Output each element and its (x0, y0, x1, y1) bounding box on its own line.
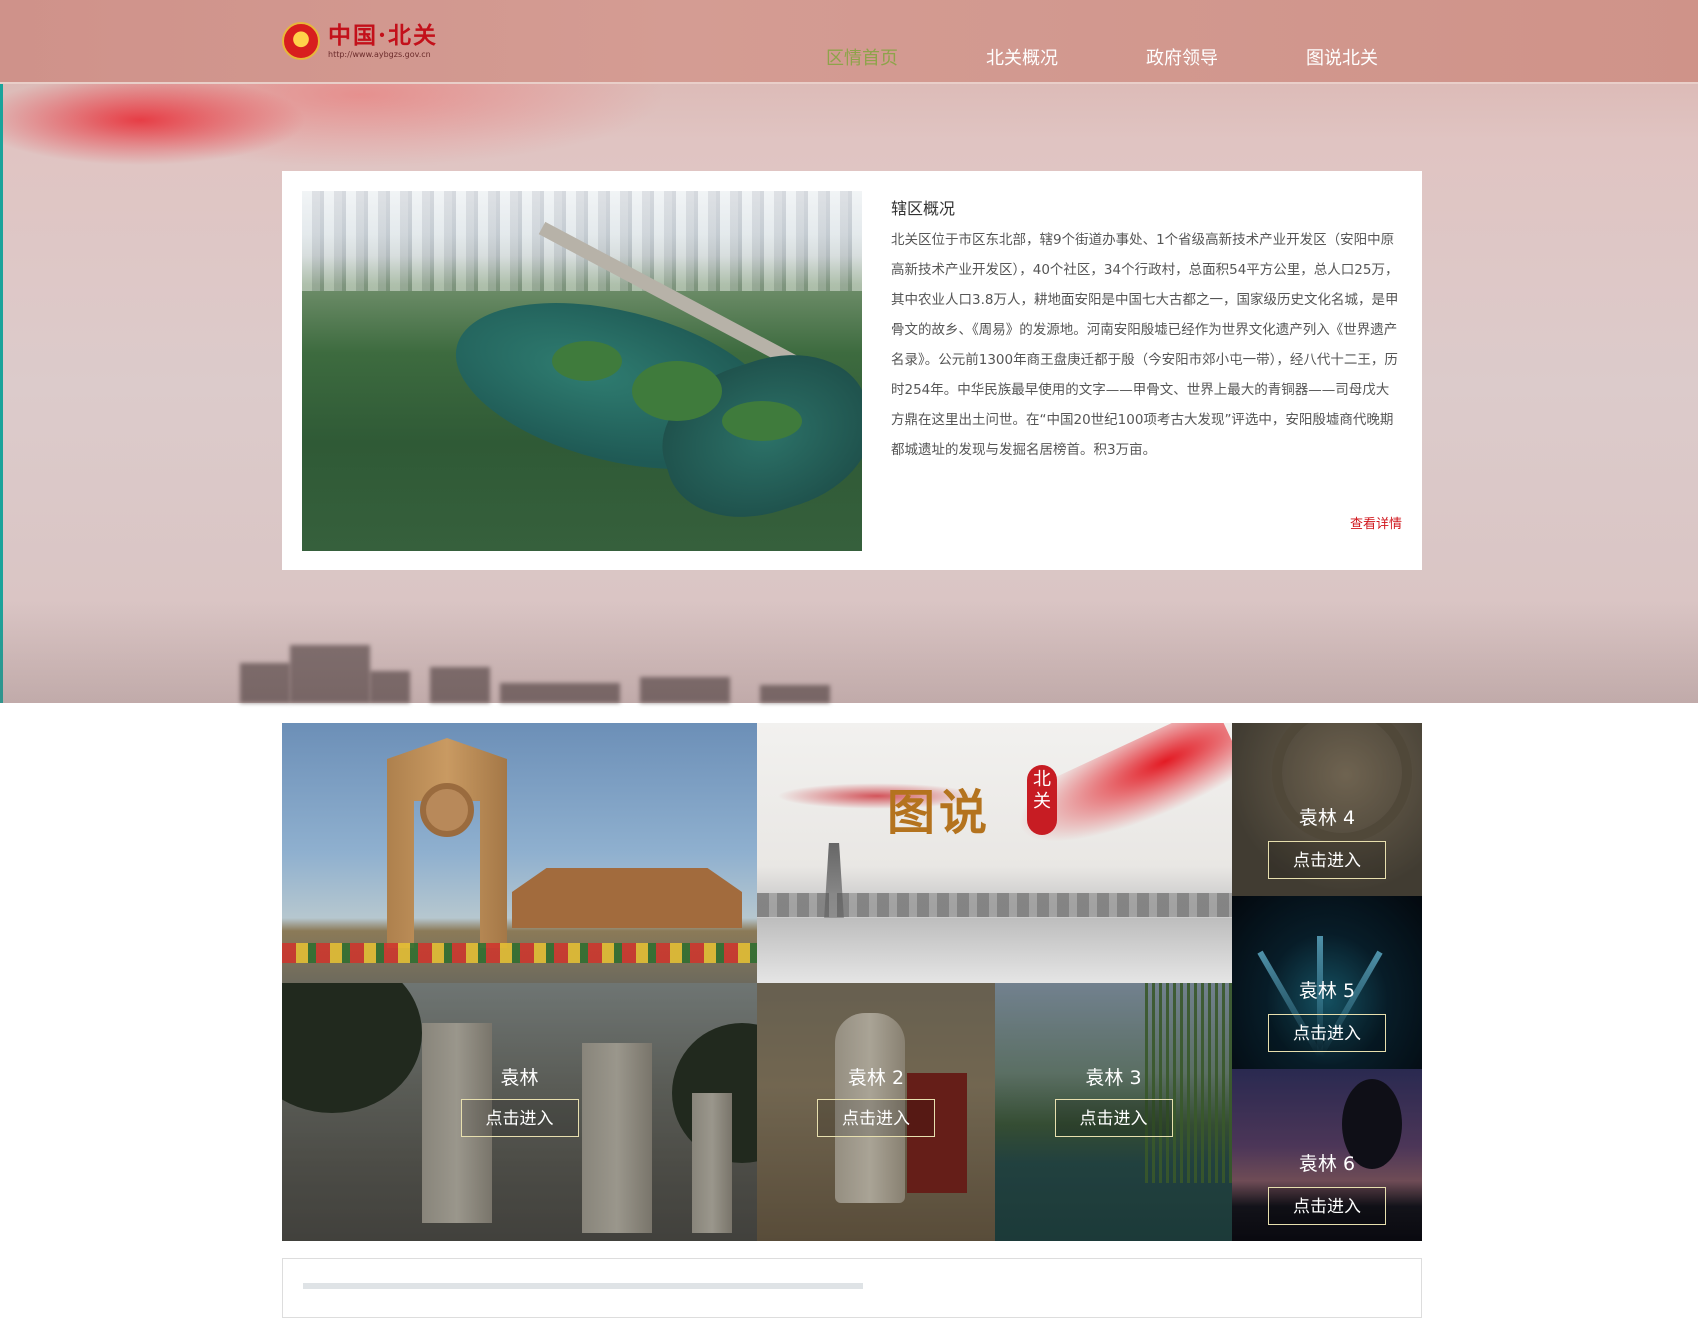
next-section-image-edge (303, 1283, 863, 1289)
enter-button[interactable]: 点击进入 (460, 1099, 579, 1137)
enter-button[interactable]: 点击进入 (1268, 1187, 1386, 1225)
gallery-tile-4[interactable]: 袁林 4 点击进入 (1232, 723, 1422, 896)
banner-title: 图说 (887, 785, 992, 841)
nav-item-gallery[interactable]: 图说北关 (1306, 44, 1466, 70)
tile-label: 袁林 5 (1298, 980, 1356, 1002)
next-section-card (282, 1258, 1422, 1318)
gallery-tile-1[interactable]: 袁林 点击进入 (282, 983, 757, 1241)
enter-button[interactable]: 点击进入 (1268, 1014, 1386, 1052)
view-details-link[interactable]: 查看详情 (1350, 513, 1402, 532)
aerial-lake-photo (302, 191, 862, 551)
logo-url: http://www.aybgzs.gov.cn (328, 49, 431, 59)
banner-seal: 北关 (1027, 765, 1057, 835)
enter-button[interactable]: 点击进入 (1268, 841, 1386, 879)
intro-card: 辖区概况 北关区位于市区东北部，辖9个街道办事处、1个省级高新技术产业开发区（安… (282, 171, 1422, 570)
gallery-banner-tushuo[interactable]: 图说 北关 (757, 723, 1232, 983)
national-emblem-icon: ★ (282, 22, 320, 60)
logo-title: 中国·北关 (328, 21, 439, 49)
gallery-tile-5[interactable]: 袁林 5 点击进入 (1232, 896, 1422, 1069)
main-nav: 区情首页 北关概况 政府领导 图说北关 (826, 44, 1466, 70)
nav-item-overview[interactable]: 北关概况 (986, 44, 1146, 70)
page-edge (0, 0, 3, 703)
enter-button[interactable]: 点击进入 (1054, 1099, 1173, 1137)
gallery-tile-yin-ruins[interactable] (282, 723, 757, 983)
city-skyline-decoration (0, 600, 1698, 703)
photo-gallery: 图说 北关 袁林 点击进入 袁林 2 点击进入 袁林 3 点击进入 袁林 4 点… (282, 723, 1422, 1241)
enter-button[interactable]: 点击进入 (817, 1099, 935, 1137)
tile-label: 袁林 (500, 1067, 539, 1089)
tile-label: 袁林 4 (1298, 807, 1356, 829)
gallery-tile-3[interactable]: 袁林 3 点击进入 (995, 983, 1232, 1241)
tile-label: 袁林 2 (847, 1067, 905, 1089)
site-logo[interactable]: ★ 中国·北关 http://www.aybgzs.gov.cn (282, 18, 438, 64)
intro-body: 北关区位于市区东北部，辖9个街道办事处、1个省级高新技术产业开发区（安阳中原高新… (891, 232, 1399, 458)
gallery-tile-6[interactable]: 袁林 6 点击进入 (1232, 1069, 1422, 1241)
tile-label: 袁林 6 (1298, 1153, 1356, 1175)
gallery-tile-2[interactable]: 袁林 2 点击进入 (757, 983, 995, 1241)
top-navigation-bar: ★ 中国·北关 http://www.aybgzs.gov.cn 区情首页 北关… (0, 0, 1698, 84)
tile-label: 袁林 3 (1085, 1067, 1142, 1089)
intro-title: 辖区概况 (891, 199, 956, 218)
nav-item-home[interactable]: 区情首页 (826, 44, 986, 70)
nav-item-leaders[interactable]: 政府领导 (1146, 44, 1306, 70)
